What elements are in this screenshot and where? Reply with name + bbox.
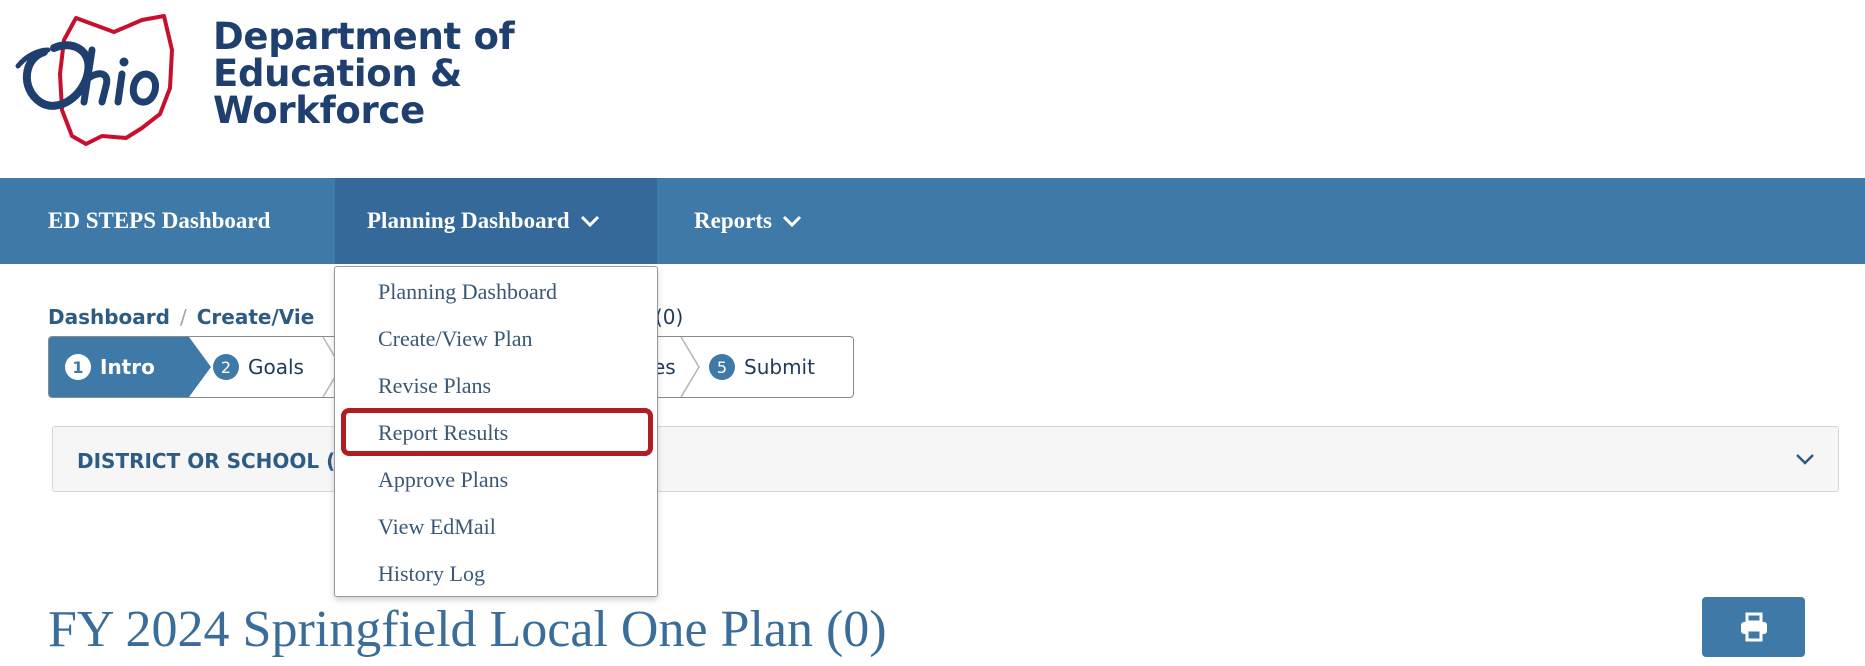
page-title: FY 2024 Springfield Local One Plan (0) xyxy=(48,601,887,658)
step-goals[interactable]: 2 Goals xyxy=(213,337,304,397)
printer-icon xyxy=(1740,612,1767,642)
nav-planning-dashboard[interactable]: Planning Dashboard xyxy=(335,178,657,264)
step-label: Intro xyxy=(100,355,155,379)
nav-label: ED STEPS Dashboard xyxy=(48,208,271,233)
nav-ed-steps-dashboard[interactable]: ED STEPS Dashboard xyxy=(48,178,270,264)
step-number: 2 xyxy=(213,354,239,380)
menu-item-view-edmail[interactable]: View EdMail xyxy=(378,514,496,540)
brand-line-3: Workforce xyxy=(213,89,425,132)
ohio-logo xyxy=(15,14,174,146)
nav-label: Reports xyxy=(694,208,772,233)
accordion-title: DISTRICT OR SCHOOL ( xyxy=(77,449,336,473)
breadcrumb-create-view[interactable]: Create/Vie xyxy=(197,305,315,329)
menu-item-planning-dashboard[interactable]: Planning Dashboard xyxy=(378,279,557,305)
chevron-down-icon xyxy=(1796,454,1814,465)
step-label: Goals xyxy=(248,355,304,379)
chevron-down-icon xyxy=(580,215,599,228)
menu-item-create-view-plan[interactable]: Create/View Plan xyxy=(378,326,532,352)
breadcrumb-dashboard[interactable]: Dashboard xyxy=(48,305,170,329)
step-number: 1 xyxy=(65,354,91,380)
nav-label: Planning Dashboard xyxy=(367,208,570,233)
step-submit[interactable]: 5 Submit xyxy=(709,337,815,397)
step-divider xyxy=(680,337,700,397)
district-school-accordion[interactable]: DISTRICT OR SCHOOL ( xyxy=(52,426,1839,492)
nav-reports[interactable]: Reports xyxy=(694,178,802,264)
breadcrumb-tail: (0) xyxy=(655,305,684,329)
chevron-down-icon xyxy=(782,215,801,228)
menu-item-history-log[interactable]: History Log xyxy=(378,561,485,587)
menu-item-revise-plans[interactable]: Revise Plans xyxy=(378,373,491,399)
breadcrumb-separator: / xyxy=(179,305,187,329)
brand-line-2: Education & xyxy=(213,52,462,95)
menu-item-approve-plans[interactable]: Approve Plans xyxy=(378,467,508,493)
main-nav: ED STEPS Dashboard Planning Dashboard Re… xyxy=(0,178,1865,264)
step-arrow xyxy=(189,337,211,397)
step-intro[interactable]: 1 Intro xyxy=(49,337,189,397)
step-label: Submit xyxy=(744,355,815,379)
brand-wordmark: Department of Education & Workforce xyxy=(213,15,515,132)
print-button[interactable] xyxy=(1702,597,1805,657)
breadcrumb: Dashboard / Create/Vie xyxy=(48,305,314,329)
step-number: 5 xyxy=(709,354,735,380)
brand-line-1: Department of xyxy=(213,15,515,58)
report-results-highlight xyxy=(341,408,653,456)
